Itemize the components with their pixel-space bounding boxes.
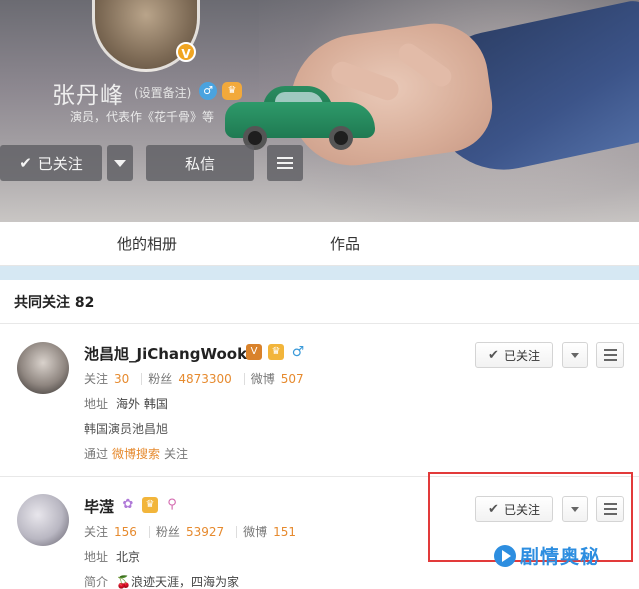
- via-prefix: 通过: [84, 447, 109, 461]
- follow-status-label: 已关注: [503, 348, 540, 363]
- vip-crown-icon: ♛: [142, 497, 158, 513]
- intro-label: 简介: [84, 575, 109, 589]
- section-separator: [0, 266, 639, 280]
- user-stats: 关注 156 粉丝 53927 微博 151: [84, 523, 302, 540]
- user-address: 地址 北京: [84, 548, 140, 565]
- weibo-count[interactable]: 151: [273, 525, 296, 539]
- message-button[interactable]: 私信: [146, 145, 254, 181]
- weibo-label: 微博: [243, 525, 268, 539]
- user-name[interactable]: 毕滢: [84, 496, 114, 517]
- follow-status-label: 已关注: [37, 154, 83, 173]
- watermark-text: 剧情奥秘: [520, 546, 601, 568]
- verified-v-icon: V: [246, 344, 262, 360]
- more-menu-button[interactable]: [267, 145, 303, 181]
- menu-icon: [603, 349, 617, 361]
- address-value: 海外 韩国: [116, 397, 168, 411]
- check-icon: ✔: [488, 347, 499, 363]
- common-follow-title: 共同关注 82: [14, 295, 95, 311]
- chevron-down-icon: [114, 159, 126, 167]
- tab-works[interactable]: 作品: [330, 233, 360, 254]
- user-address: 地址 海外 韩国: [84, 395, 168, 412]
- message-label: 私信: [184, 154, 215, 173]
- user-avatar[interactable]: [17, 494, 69, 546]
- divider: [0, 323, 639, 324]
- fans-label: 粉丝: [155, 525, 180, 539]
- user-follow-dropdown-button[interactable]: [562, 342, 588, 368]
- set-remark-link[interactable]: (设置备注): [134, 84, 191, 101]
- follow-count[interactable]: 156: [114, 525, 137, 539]
- profile-name: 张丹峰: [52, 83, 124, 109]
- vip-crown-icon: ♛: [268, 344, 284, 360]
- user-avatar[interactable]: [17, 342, 69, 394]
- profile-description: 演员，代表作《花千骨》等: [70, 110, 215, 124]
- watermark: 剧情奥秘: [494, 542, 600, 569]
- follow-label: 关注: [84, 525, 109, 539]
- profile-tabs: 他的相册 作品: [0, 222, 639, 266]
- male-gender-icon: ♂: [199, 82, 217, 100]
- fans-count[interactable]: 53927: [186, 525, 224, 539]
- follow-status-button[interactable]: ✔ 已关注: [0, 145, 102, 181]
- weibo-search-link[interactable]: 微博搜索: [112, 445, 160, 462]
- via-suffix: 关注: [164, 447, 189, 461]
- intro-value: 🍒浪迹天涯，四海为家: [116, 575, 239, 589]
- user-more-menu-button[interactable]: [596, 342, 624, 368]
- male-gender-icon: ♂: [291, 344, 305, 360]
- verified-badge-icon: V: [176, 42, 196, 62]
- profile-cover: V 张丹峰 (设置备注) ♂ ♛ 演员，代表作《花千骨》等 ✔ 已关注 私信: [0, 0, 639, 222]
- address-value: 北京: [116, 550, 141, 564]
- follow-label: 关注: [84, 372, 109, 386]
- follow-dropdown-button[interactable]: [107, 145, 133, 181]
- vip-crown-icon: ♛: [222, 82, 242, 100]
- address-label: 地址: [84, 550, 109, 564]
- weibo-label: 微博: [250, 372, 275, 386]
- user-stats: 关注 30 粉丝 4873300 微博 507: [84, 370, 310, 387]
- user-bio: 韩国演员池昌旭: [84, 422, 169, 436]
- fans-count[interactable]: 4873300: [178, 372, 231, 386]
- play-icon: [494, 544, 516, 567]
- fans-label: 粉丝: [148, 372, 173, 386]
- follow-count[interactable]: 30: [114, 372, 129, 386]
- tab-album[interactable]: 他的相册: [117, 233, 177, 254]
- address-label: 地址: [84, 397, 109, 411]
- user-follow-source: 通过 微博搜索 关注: [84, 445, 188, 462]
- check-icon: ✔: [19, 154, 32, 172]
- butterfly-icon: ✿: [122, 497, 134, 512]
- chevron-down-icon: [571, 352, 579, 358]
- toy-car-image: [225, 82, 375, 152]
- user-name[interactable]: 池昌旭_JiChangWook: [84, 343, 247, 364]
- user-intro: 简介 🍒浪迹天涯，四海为家: [84, 573, 239, 589]
- user-follow-status-button[interactable]: ✔ 已关注: [475, 342, 553, 368]
- weibo-count[interactable]: 507: [281, 372, 304, 386]
- menu-icon: [277, 157, 293, 169]
- search-icon: ⚲: [167, 497, 177, 512]
